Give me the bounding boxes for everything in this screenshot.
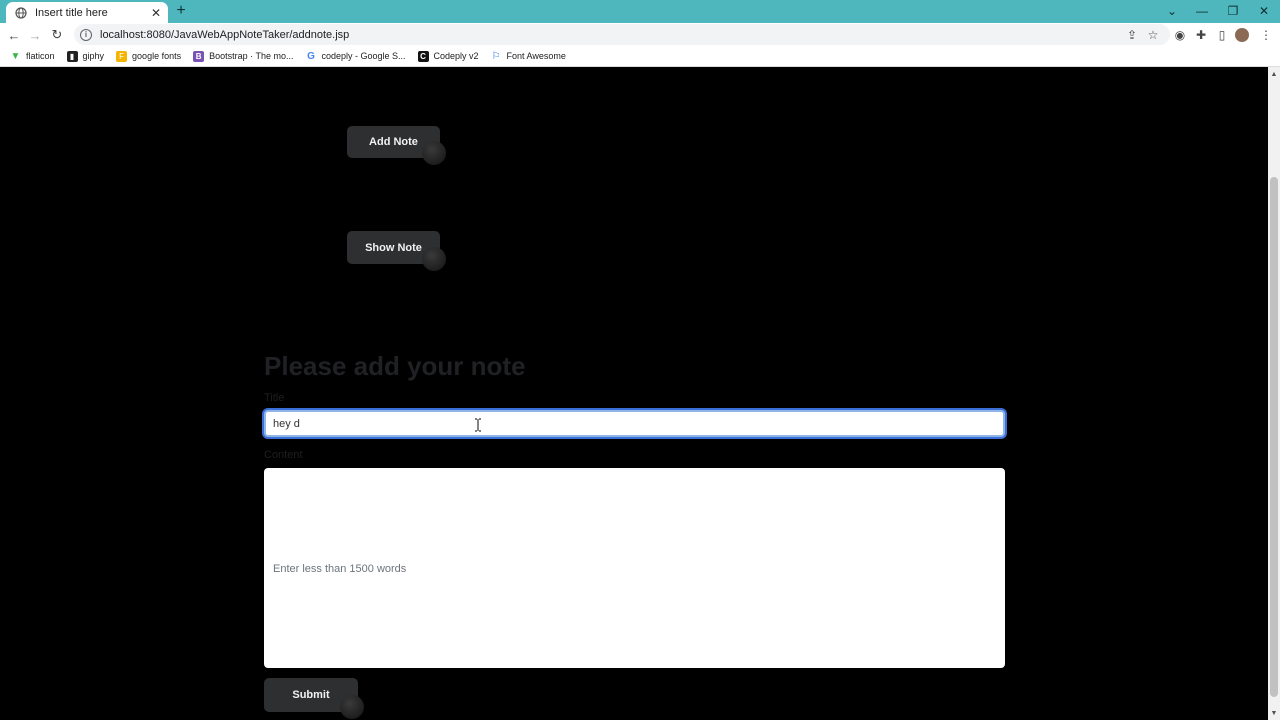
tab-title: Insert title here	[35, 6, 108, 19]
reload-icon[interactable]: ↻	[48, 26, 66, 44]
title-input-value: hey d	[273, 417, 300, 430]
side-panel-icon[interactable]: ▯	[1214, 27, 1230, 43]
bookmark-label: Font Awesome	[506, 51, 566, 61]
back-icon[interactable]: ←	[5, 26, 23, 44]
bookmark-label: Bootstrap · The mo...	[209, 51, 294, 61]
button-decoration	[422, 247, 446, 271]
bookmark-item[interactable]: C Codeply v2	[417, 50, 479, 62]
close-tab-icon[interactable]: ✕	[148, 5, 164, 21]
codeply-icon: C	[417, 50, 429, 62]
new-tab-icon[interactable]: +	[172, 2, 190, 20]
browser-toolbar: ← → ↻ i localhost:8080/JavaWebAppNoteTak…	[0, 23, 1280, 46]
bookmark-label: Codeply v2	[433, 51, 479, 61]
title-label: Title	[264, 392, 285, 404]
bookmark-label: giphy	[82, 51, 105, 61]
globe-icon	[15, 6, 27, 19]
site-info-icon[interactable]: i	[80, 28, 92, 41]
content-placeholder: Enter less than 1500 words	[273, 563, 407, 575]
bookmark-star-icon[interactable]: ☆	[1145, 27, 1161, 43]
page-viewport: Add Note Show Note Please add your note …	[0, 67, 1268, 720]
text-cursor-icon	[474, 418, 482, 432]
button-decoration	[422, 141, 446, 165]
share-icon[interactable]: ⇪	[1124, 27, 1140, 43]
scroll-thumb[interactable]	[1270, 177, 1278, 697]
menu-icon[interactable]: ⋮	[1258, 27, 1274, 43]
puzzle-icon[interactable]: ✚	[1193, 27, 1209, 43]
content-label: Content	[264, 449, 303, 461]
restore-icon[interactable]: ❐	[1218, 0, 1248, 22]
browser-tab[interactable]: Insert title here ✕	[6, 2, 168, 23]
tab-search-icon[interactable]: ⌄	[1157, 0, 1187, 22]
google-icon: G	[307, 50, 315, 62]
bootstrap-icon: B	[193, 50, 205, 62]
page-title: Please add your note	[264, 351, 526, 381]
close-window-icon[interactable]: ✕	[1249, 0, 1279, 22]
giphy-icon: ▮	[66, 50, 78, 62]
bookmark-item[interactable]: F google fonts	[116, 50, 182, 62]
address-bar[interactable]: i localhost:8080/JavaWebAppNoteTaker/add…	[74, 24, 1170, 45]
flaticon-icon: ▼	[10, 50, 21, 62]
bookmark-item[interactable]: B Bootstrap · The mo...	[193, 50, 294, 62]
bookmark-label: google fonts	[132, 51, 182, 61]
flag-icon: ⚐	[491, 50, 501, 62]
forward-icon[interactable]: →	[26, 26, 44, 44]
minimize-icon[interactable]: —	[1187, 0, 1217, 22]
page-scrollbar[interactable]: ▲ ▼	[1268, 67, 1280, 720]
bookmark-item[interactable]: ▮ giphy	[66, 50, 105, 62]
title-input[interactable]: hey d	[264, 410, 1005, 437]
browser-titlebar: Insert title here ✕ + ⌄ — ❐ ✕	[0, 0, 1280, 23]
button-decoration	[340, 695, 364, 719]
content-textarea[interactable]: Enter less than 1500 words	[264, 468, 1005, 668]
bookmark-item[interactable]: ▼ flaticon	[10, 51, 55, 62]
bookmark-label: codeply - Google S...	[321, 51, 406, 61]
bookmark-item[interactable]: G codeply - Google S...	[305, 51, 405, 62]
extension-icon[interactable]: ◉	[1172, 27, 1188, 43]
google-fonts-icon: F	[116, 50, 128, 62]
profile-avatar[interactable]	[1235, 28, 1249, 42]
bookmarks-bar: ▼ flaticon ▮ giphy F google fonts B Boot…	[0, 46, 1280, 67]
bookmark-label: flaticon	[26, 51, 55, 61]
scroll-down-icon[interactable]: ▼	[1270, 709, 1278, 717]
scroll-up-icon[interactable]: ▲	[1270, 70, 1278, 78]
bookmark-item[interactable]: ⚐ Font Awesome	[491, 51, 566, 62]
url-text: localhost:8080/JavaWebAppNoteTaker/addno…	[100, 28, 350, 41]
